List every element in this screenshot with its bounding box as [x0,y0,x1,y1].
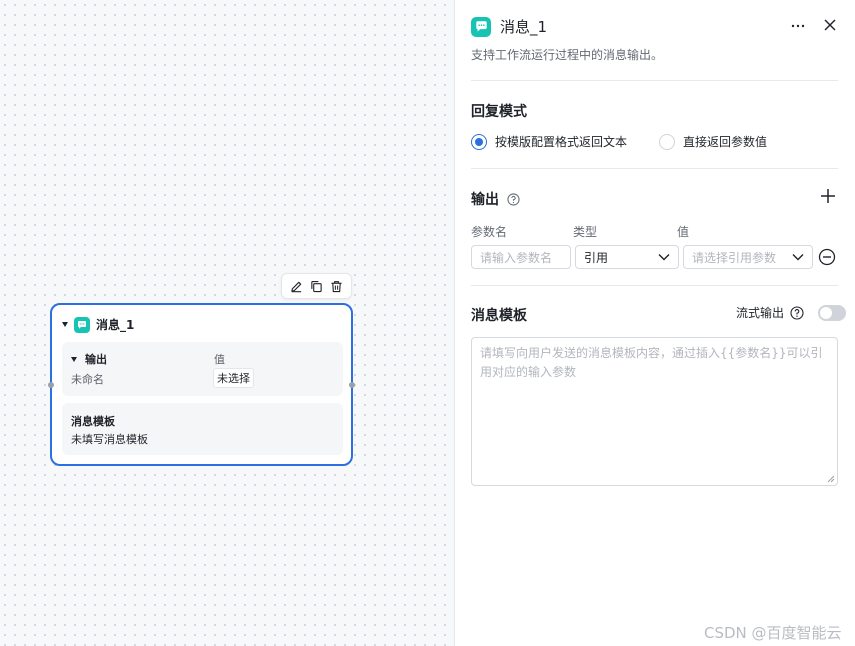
node-toolbar [281,273,352,299]
watermark: CSDN @百度智能云 [704,624,842,642]
collapse-caret-icon[interactable] [62,322,68,327]
col-header-value: 值 [677,225,690,239]
param-name: 未命名 [71,373,104,386]
chevron-down-icon [658,254,670,261]
workflow-canvas[interactable]: 消息_1 输出 值 未命名 未选择 消息模板 未填写消息模板 [0,0,455,646]
output-caret-icon[interactable] [71,356,77,362]
reply-mode-title: 回复模式 [471,104,527,120]
divider [471,80,838,81]
template-placeholder: 请填写向用户发送的消息模板内容，通过插入{{参数名}}可以引用对应的输入参数 [480,346,823,379]
node-title: 消息_1 [96,318,135,332]
radio-selected-icon[interactable] [471,133,487,150]
copy-icon[interactable] [307,277,325,295]
value-header: 值 [214,353,225,366]
more-options-icon[interactable] [790,16,806,36]
radio-label: 直接返回参数值 [683,135,768,149]
stream-output-control: 流式输出 [736,304,847,321]
remove-row-icon[interactable] [818,248,836,266]
output-section-header: 输出 [471,189,520,209]
stream-output-toggle[interactable] [818,304,847,321]
output-port[interactable] [349,382,355,388]
node-config-panel: 消息_1 支持工作流运行过程中的消息输出。 回复模式 按模版配置格式返回文本 直… [456,0,855,646]
delete-icon[interactable] [328,277,346,295]
param-name-input[interactable]: 请输入参数名 [471,245,571,269]
node-output-section: 输出 值 未命名 未选择 [62,342,343,396]
edit-icon[interactable] [287,277,305,295]
value-chip: 未选择 [213,368,254,388]
chevron-down-icon [792,254,804,261]
type-select[interactable]: 引用 [575,245,679,269]
radio-label: 按模版配置格式返回文本 [495,135,628,149]
divider [471,285,838,286]
template-label: 消息模板 [71,415,115,428]
output-title: 输出 [471,192,499,208]
col-header-name: 参数名 [471,225,508,239]
col-header-type: 类型 [573,225,598,239]
resize-handle-icon[interactable] [827,475,835,483]
help-icon[interactable] [790,305,804,320]
value-select-placeholder: 请选择引用参数 [692,250,777,265]
panel-title[interactable]: 消息_1 [500,16,547,37]
node-template-section: 消息模板 未填写消息模板 [62,403,343,455]
node-header: 消息_1 [62,316,134,333]
reply-mode-radio-group: 按模版配置格式返回文本 直接返回参数值 [471,133,767,150]
close-icon[interactable] [822,17,838,33]
panel-description: 支持工作流运行过程中的消息输出。 [471,48,664,62]
message-chat-icon [471,16,491,37]
divider [471,168,838,169]
type-select-value: 引用 [584,250,609,265]
radio-unselected-icon[interactable] [659,133,676,150]
help-icon[interactable] [507,192,520,206]
message-node[interactable]: 消息_1 输出 值 未命名 未选择 消息模板 未填写消息模板 [48,303,355,466]
add-output-icon[interactable] [820,188,836,204]
input-port[interactable] [48,382,54,388]
stream-output-label: 流式输出 [736,306,785,320]
panel-header: 消息_1 [471,16,547,37]
output-label: 输出 [85,353,107,366]
radio-template-text[interactable]: 按模版配置格式返回文本 [471,133,627,150]
radio-direct-value[interactable]: 直接返回参数值 [659,133,767,150]
template-title: 消息模板 [471,308,527,324]
template-value: 未填写消息模板 [71,433,148,446]
message-chat-icon [74,316,90,333]
value-select[interactable]: 请选择引用参数 [683,245,813,269]
template-textarea[interactable]: 请填写向用户发送的消息模板内容，通过插入{{参数名}}可以引用对应的输入参数 [471,337,838,486]
